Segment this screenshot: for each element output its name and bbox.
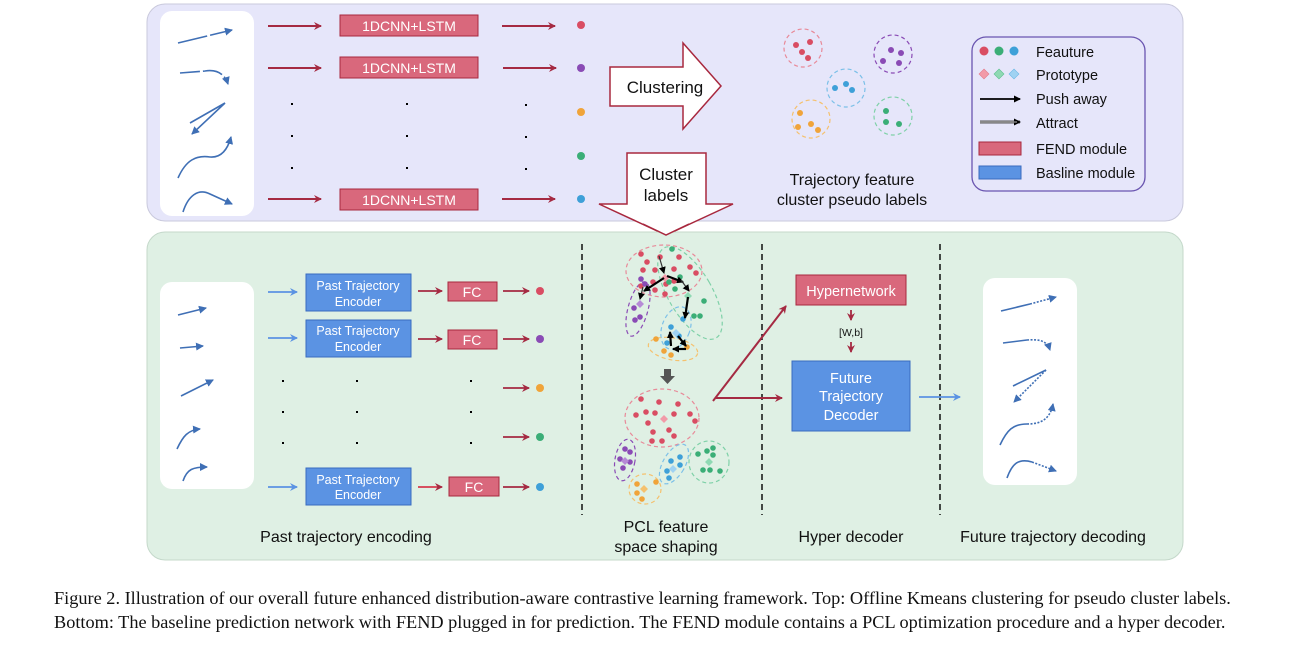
- fc-label: FC: [465, 479, 484, 495]
- encoder-line1: Past Trajectory: [316, 279, 400, 293]
- encoder-line2: Encoder: [335, 488, 382, 502]
- feature-dot-blue: [536, 483, 544, 491]
- section-label-future-decoding: Future trajectory decoding: [960, 529, 1146, 546]
- fc-label: FC: [463, 284, 482, 300]
- encoder-line1: Past Trajectory: [316, 324, 400, 338]
- clusters-caption-line1: Trajectory feature: [790, 172, 915, 189]
- encoder-label: 1DCNN+LSTM: [362, 60, 456, 76]
- fc-label: FC: [463, 332, 482, 348]
- legend-label: Prototype: [1036, 68, 1098, 84]
- feature-dot-purple: [536, 335, 544, 343]
- section-label-pcl-line1: PCL feature: [624, 519, 709, 536]
- framework-diagram: 1DCNN+LSTM 1DCNN+LSTM 1DCNN+LSTM Cluster…: [146, 3, 1184, 561]
- legend-label: Basline module: [1036, 166, 1135, 182]
- encoder-line2: Encoder: [335, 340, 382, 354]
- clustering-label: Clustering: [627, 78, 704, 97]
- legend-label: Attract: [1036, 116, 1078, 132]
- feature-dot-red: [536, 287, 544, 295]
- fend-module-swatch: [978, 141, 1022, 156]
- feature-icon: [994, 46, 1004, 56]
- encoder-label: 1DCNN+LSTM: [362, 18, 456, 34]
- cluster-labels-line2: labels: [644, 186, 688, 205]
- feature-dot-orange: [577, 108, 585, 116]
- feature-dot-red: [577, 21, 585, 29]
- feature-dot-purple: [577, 64, 585, 72]
- feature-icon: [1009, 46, 1019, 56]
- figure-caption: Figure 2. Illustration of our overall fu…: [54, 588, 1231, 632]
- hypernetwork-label: Hypernetwork: [806, 284, 896, 300]
- future-trajectories-box: [983, 278, 1077, 485]
- cluster-labels-line1: Cluster: [639, 165, 693, 184]
- encoder-label: 1DCNN+LSTM: [362, 192, 456, 208]
- legend-label: Push away: [1036, 92, 1108, 108]
- past-trajectories-box: [160, 282, 254, 489]
- feature-icon: [979, 46, 989, 56]
- feature-dot-green: [577, 152, 585, 160]
- section-label-hyper-decoder: Hyper decoder: [799, 529, 905, 546]
- legend: Feauture Prototype Push away Attract FEN…: [971, 36, 1146, 192]
- feature-dot-green: [536, 433, 544, 441]
- decoder-line1: Future: [830, 371, 872, 387]
- encoder-line2: Encoder: [335, 295, 382, 309]
- baseline-module-swatch: [978, 165, 1022, 180]
- section-label-pcl-line2: space shaping: [614, 539, 717, 556]
- encoder-line1: Past Trajectory: [316, 473, 400, 487]
- section-label-past-encoding: Past trajectory encoding: [260, 529, 432, 546]
- feature-dot-blue: [577, 195, 585, 203]
- feature-dot-orange: [536, 384, 544, 392]
- legend-label: Feauture: [1036, 45, 1094, 61]
- decoder-line3: Decoder: [824, 408, 879, 424]
- legend-label: FEND module: [1036, 142, 1127, 158]
- decoder-line2: Trajectory: [819, 389, 884, 405]
- clusters-caption-line2: cluster pseudo labels: [777, 192, 927, 209]
- weights-label: [W,b]: [839, 327, 863, 339]
